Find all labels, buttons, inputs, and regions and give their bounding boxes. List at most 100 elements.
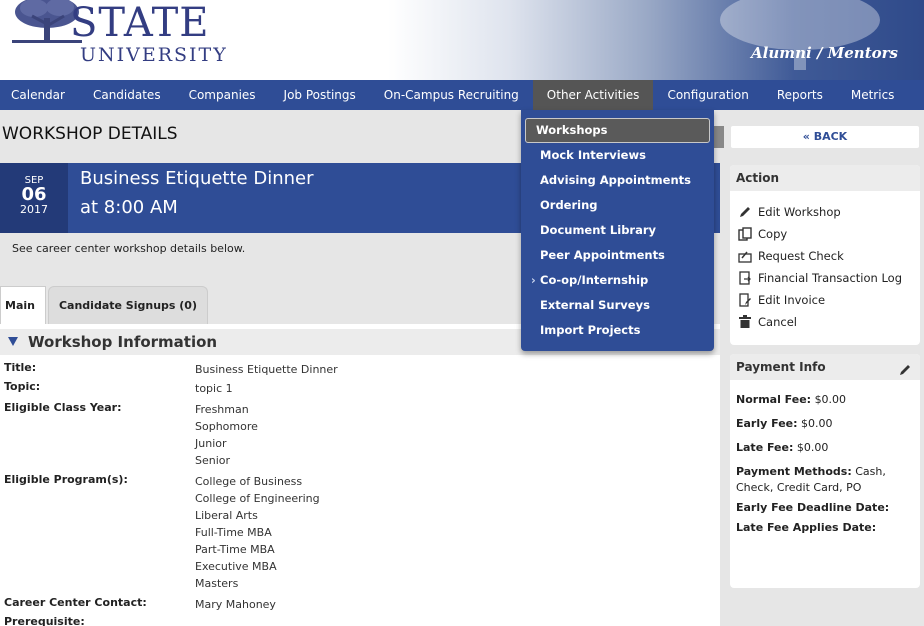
late-fee-row: Late Fee: $0.00 xyxy=(730,440,920,456)
nav-reports[interactable]: Reports xyxy=(763,80,837,110)
info-values: topic 1 xyxy=(195,380,233,397)
tab-main[interactable]: Main xyxy=(0,286,46,324)
menu-item-document-library[interactable]: Document Library xyxy=(525,218,710,243)
action-label: Copy xyxy=(758,227,788,241)
nav-other-activities[interactable]: Other Activities xyxy=(532,80,654,110)
early-fee-row: Early Fee: $0.00 xyxy=(730,416,920,432)
info-label: Prerequisite: xyxy=(4,615,85,626)
main-nav: Calendar Candidates Companies Job Postin… xyxy=(0,80,924,110)
pencil-icon xyxy=(738,205,752,219)
info-value: Mary Mahoney xyxy=(195,598,276,611)
cancel-action[interactable]: Cancel xyxy=(730,311,920,333)
info-value: Executive MBA xyxy=(195,560,277,573)
info-values: College of Business College of Engineeri… xyxy=(195,473,320,592)
early-fee-label: Early Fee: xyxy=(736,417,798,430)
event-title: Business Etiquette Dinner xyxy=(80,168,314,189)
payment-panel: Payment Info Normal Fee: $0.00 Early Fee… xyxy=(730,354,920,588)
info-label: Eligible Program(s): xyxy=(4,473,128,486)
payment-methods-rest: Check, Credit Card, PO xyxy=(736,481,862,494)
action-label: Request Check xyxy=(758,249,844,263)
nav-metrics[interactable]: Metrics xyxy=(837,80,909,110)
normal-fee-value: $0.00 xyxy=(814,393,847,406)
action-panel: Action Edit Workshop Copy Request Check … xyxy=(730,165,920,345)
late-applies-row: Late Fee Applies Date: xyxy=(730,520,920,536)
event-time: at 8:00 AM xyxy=(80,197,178,218)
info-label: Topic: xyxy=(4,380,41,393)
nav-job-postings[interactable]: Job Postings xyxy=(270,80,370,110)
info-values: Freshman Sophomore Junior Senior xyxy=(195,401,258,469)
logo-wordmark: STATE xyxy=(70,0,210,46)
menu-item-co-op-internship[interactable]: Co-op/Internship xyxy=(525,268,710,293)
info-values: Mary Mahoney xyxy=(195,596,276,613)
action-label: Financial Transaction Log xyxy=(758,271,902,285)
normal-fee-row: Normal Fee: $0.00 xyxy=(730,392,920,408)
edit-workshop-action[interactable]: Edit Workshop xyxy=(730,201,920,223)
intro-text: See career center workshop details below… xyxy=(12,242,246,255)
edit-payment-pencil-icon[interactable] xyxy=(898,360,912,386)
menu-item-advising-appointments[interactable]: Advising Appointments xyxy=(525,168,710,193)
info-label: Title: xyxy=(4,361,37,374)
nav-calendar[interactable]: Calendar xyxy=(0,80,79,110)
trash-icon xyxy=(738,315,752,329)
info-value: Liberal Arts xyxy=(195,509,258,522)
info-value: Freshman xyxy=(195,403,249,416)
invoice-edit-icon xyxy=(738,293,752,307)
menu-item-ordering[interactable]: Ordering xyxy=(525,193,710,218)
edit-invoice-action[interactable]: Edit Invoice xyxy=(730,289,920,311)
event-date-box: SEP 06 2017 xyxy=(0,163,68,233)
nav-on-campus-recruiting[interactable]: On-Campus Recruiting xyxy=(370,80,533,110)
transaction-log-icon xyxy=(738,271,752,285)
page-title: WORKSHOP DETAILS xyxy=(2,124,178,144)
info-value: Senior xyxy=(195,454,231,467)
late-fee-value: $0.00 xyxy=(796,441,829,454)
early-deadline-label: Early Fee Deadline Date: xyxy=(736,501,890,514)
info-value: Full-Time MBA xyxy=(195,526,272,539)
request-check-action[interactable]: Request Check xyxy=(730,245,920,267)
copy-action[interactable]: Copy xyxy=(730,223,920,245)
info-value: Part-Time MBA xyxy=(195,543,275,556)
menu-item-peer-appointments[interactable]: Peer Appointments xyxy=(525,243,710,268)
early-deadline-row: Early Fee Deadline Date: xyxy=(730,500,920,516)
collapse-triangle-icon xyxy=(8,337,18,346)
action-label: Cancel xyxy=(758,315,797,329)
nav-candidates[interactable]: Candidates xyxy=(79,80,175,110)
event-day: 06 xyxy=(21,184,47,205)
info-value: Masters xyxy=(195,577,239,590)
menu-item-workshops[interactable]: Workshops xyxy=(525,118,710,143)
info-label: Career Center Contact: xyxy=(4,596,147,609)
site-header: STATE UNIVERSITY Alumni / Mentors xyxy=(0,0,924,80)
menu-item-external-surveys[interactable]: External Surveys xyxy=(525,293,710,318)
workshop-info-title: Workshop Information xyxy=(28,333,218,351)
event-year: 2017 xyxy=(20,203,48,216)
info-value: College of Engineering xyxy=(195,492,320,505)
late-fee-label: Late Fee: xyxy=(736,441,794,454)
financial-log-action[interactable]: Financial Transaction Log xyxy=(730,267,920,289)
nav-companies[interactable]: Companies xyxy=(175,80,270,110)
info-value: College of Business xyxy=(195,475,303,488)
menu-item-import-projects[interactable]: Import Projects xyxy=(525,318,710,343)
payment-panel-header: Payment Info xyxy=(730,354,920,380)
payment-methods-row: Payment Methods: Cash, xyxy=(730,464,920,480)
portal-name: Alumni / Mentors xyxy=(751,44,898,62)
info-values: Business Etiquette Dinner xyxy=(195,361,338,378)
payment-panel-title: Payment Info xyxy=(736,360,826,374)
payment-methods-label: Payment Methods: xyxy=(736,465,852,478)
info-value: topic 1 xyxy=(195,382,233,395)
hidden-button-edge xyxy=(714,126,724,148)
action-label: Edit Workshop xyxy=(758,205,841,219)
nav-configuration[interactable]: Configuration xyxy=(653,80,762,110)
other-activities-dropdown: Workshops Mock Interviews Advising Appoi… xyxy=(521,110,714,351)
payment-methods-first: Cash, xyxy=(855,465,886,478)
copy-icon xyxy=(738,227,752,241)
check-request-icon xyxy=(738,249,752,263)
tab-candidate-signups[interactable]: Candidate Signups (0) xyxy=(47,286,208,324)
menu-item-mock-interviews[interactable]: Mock Interviews xyxy=(525,143,710,168)
back-button[interactable]: « BACK xyxy=(731,126,919,148)
early-fee-value: $0.00 xyxy=(801,417,833,430)
info-value: Business Etiquette Dinner xyxy=(195,363,338,376)
normal-fee-label: Normal Fee: xyxy=(736,393,812,406)
detail-tabs: Main Candidate Signups (0) xyxy=(0,286,208,324)
info-value: Junior xyxy=(195,437,227,450)
workshop-info-panel: Workshop Information Title: Business Eti… xyxy=(0,324,720,626)
late-applies-label: Late Fee Applies Date: xyxy=(736,521,877,534)
